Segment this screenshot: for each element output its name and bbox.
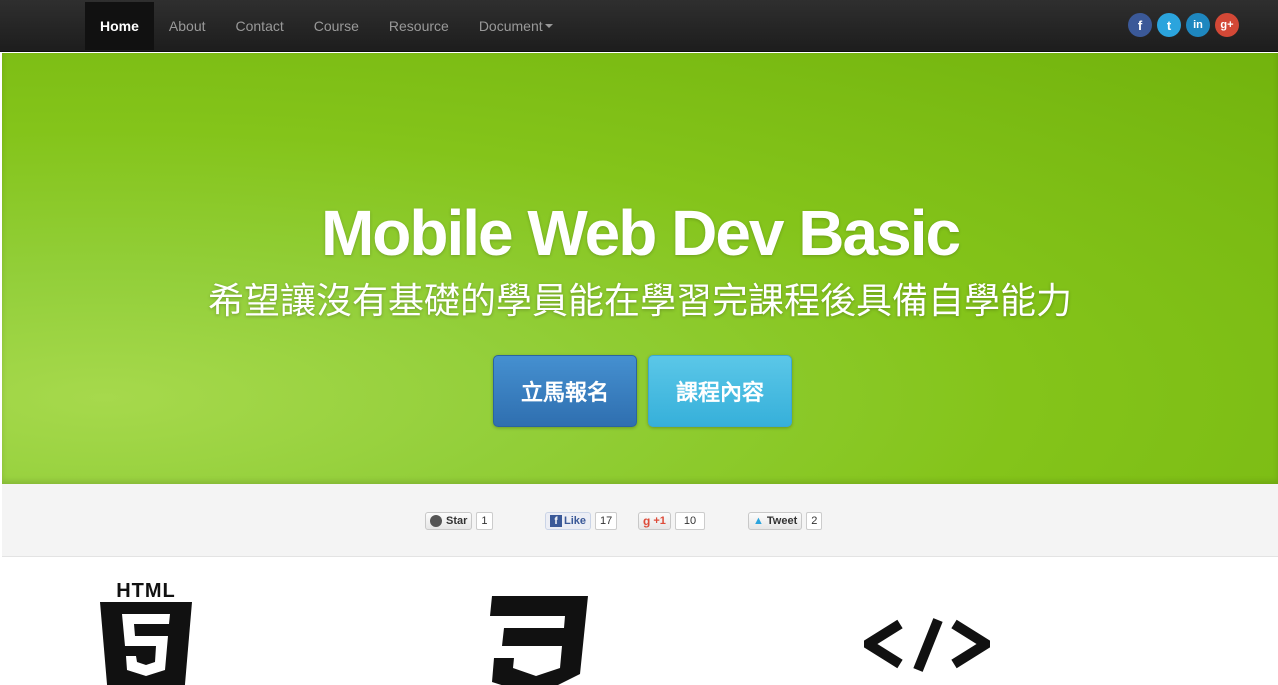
- tweet-button[interactable]: ▲ Tweet: [748, 512, 803, 530]
- tweet-count: 2: [806, 512, 823, 530]
- facebook-like-button[interactable]: f Like: [545, 512, 592, 530]
- nav-item-home[interactable]: Home: [85, 2, 154, 50]
- share-bar: Star 1 f Like 17 g +1 10 ▲ Tweet 2: [2, 484, 1278, 557]
- github-star-count: 1: [476, 512, 493, 530]
- hero-subtitle: 希望讓沒有基礎的學員能在學習完課程後具備自學能力: [207, 281, 1072, 322]
- google-plus-label: +1: [653, 515, 666, 527]
- facebook-icon: f: [550, 515, 562, 527]
- google-plus-count: 10: [674, 512, 706, 530]
- caret-down-icon: [544, 24, 553, 28]
- signup-button[interactable]: 立馬報名: [493, 355, 637, 427]
- google-plus-icon[interactable]: g+: [1215, 13, 1239, 37]
- twitter-icon[interactable]: t: [1157, 13, 1181, 37]
- html5-icon: HTML: [98, 580, 194, 685]
- page: Home About Contact Course Resource Docum…: [0, 0, 1278, 685]
- github-star-widget: Star 1: [425, 511, 493, 531]
- tweet-widget: ▲ Tweet 2: [748, 511, 823, 531]
- tweet-label: Tweet: [766, 515, 798, 527]
- nav-item-contact[interactable]: Contact: [221, 2, 299, 50]
- nav-item-document-label: Document: [478, 18, 543, 34]
- facebook-like-count: 17: [595, 512, 618, 530]
- facebook-icon[interactable]: f: [1128, 13, 1152, 37]
- twitter-bird-icon: ▲: [753, 515, 764, 527]
- course-content-button[interactable]: 課程內容: [648, 355, 792, 427]
- facebook-like-widget: f Like 17: [545, 511, 618, 531]
- nav-item-document[interactable]: Document: [464, 2, 568, 50]
- code-brackets-icon: [858, 618, 996, 672]
- nav-item-resource[interactable]: Resource: [374, 2, 464, 50]
- css3-icon: [484, 596, 590, 685]
- hero-section: Mobile Web Dev Basic 希望讓沒有基礎的學員能在學習完課程後具…: [2, 53, 1278, 484]
- google-plus-widget: g +1 10: [638, 511, 706, 531]
- hero-title: Mobile Web Dev Basic: [320, 197, 961, 269]
- facebook-like-label: Like: [564, 515, 587, 527]
- css3-shield-icon: [490, 596, 588, 685]
- html5-shield-icon: [100, 602, 192, 685]
- html5-label: HTML: [116, 580, 176, 602]
- github-star-label: Star: [446, 515, 468, 527]
- github-star-button[interactable]: Star: [425, 512, 473, 530]
- social-links: f t in g+: [1128, 13, 1239, 37]
- google-icon: g: [643, 514, 651, 528]
- top-navbar: Home About Contact Course Resource Docum…: [0, 0, 1278, 52]
- code-icon: [858, 618, 996, 674]
- google-plus-button[interactable]: g +1: [638, 512, 671, 530]
- linkedin-icon[interactable]: in: [1186, 13, 1210, 37]
- tech-icons-row: HTML: [2, 558, 1278, 685]
- github-icon: [430, 515, 442, 527]
- nav-item-course[interactable]: Course: [299, 2, 374, 50]
- main-nav: Home About Contact Course Resource Docum…: [85, 2, 568, 50]
- nav-item-about[interactable]: About: [154, 2, 221, 50]
